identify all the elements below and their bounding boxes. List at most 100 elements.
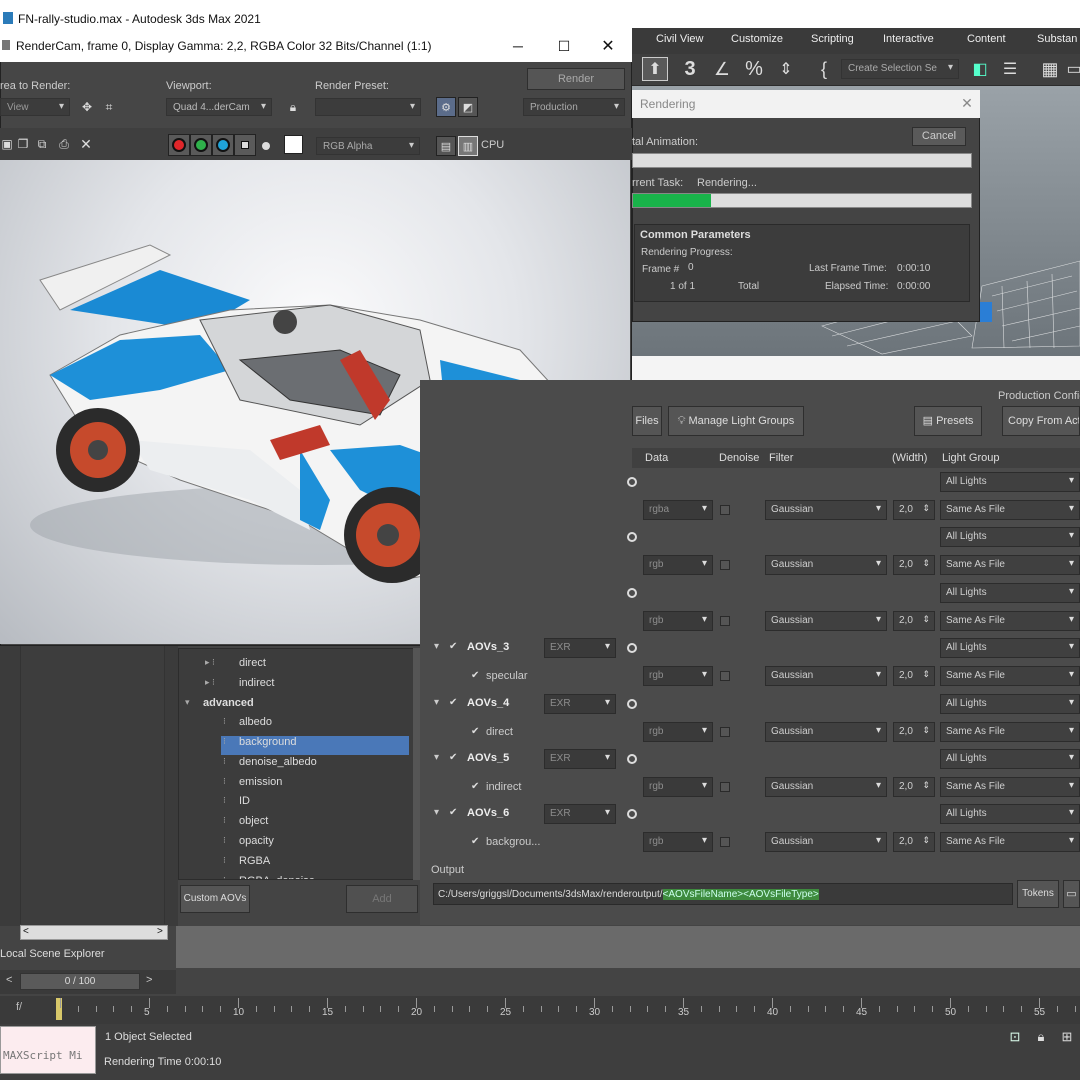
- display-toggle-icon[interactable]: ▤: [436, 136, 456, 156]
- mirror-icon[interactable]: ◧: [968, 56, 992, 82]
- minimize-icon[interactable]: ─: [508, 36, 528, 56]
- aov-format-dropdown[interactable]: EXR: [544, 638, 616, 658]
- aov-channel-checkbox[interactable]: ✔: [471, 782, 481, 792]
- production-dropdown[interactable]: Production: [523, 98, 625, 116]
- aov-options-icon[interactable]: [627, 532, 637, 542]
- cpu-toggle-icon[interactable]: ▥: [458, 136, 478, 156]
- files-button[interactable]: Files: [632, 406, 662, 436]
- light-group-all-dropdown[interactable]: All Lights: [940, 804, 1080, 824]
- aov-data-dropdown[interactable]: rgb: [643, 555, 713, 575]
- denoise-checkbox[interactable]: [720, 671, 730, 681]
- denoise-checkbox[interactable]: [720, 560, 730, 570]
- clear-icon[interactable]: ✕: [78, 136, 94, 152]
- light-group-dropdown[interactable]: Same As File: [940, 555, 1080, 575]
- tree-item[interactable]: ⁝ object: [179, 815, 409, 834]
- light-group-dropdown[interactable]: Same As File: [940, 611, 1080, 631]
- channel-display-dropdown[interactable]: RGB Alpha: [316, 137, 420, 155]
- aov-filter-dropdown[interactable]: Gaussian: [765, 500, 887, 520]
- light-group-all-dropdown[interactable]: All Lights: [940, 749, 1080, 769]
- tree-item[interactable]: ⁝ opacity: [179, 835, 409, 854]
- aov-format-dropdown[interactable]: EXR: [544, 804, 616, 824]
- aov-file-checkbox[interactable]: ✔: [449, 698, 459, 708]
- blue-channel-toggle[interactable]: [212, 134, 234, 156]
- expand-arrow-icon[interactable]: ▾: [434, 807, 439, 818]
- presets-button[interactable]: ▤ Presets: [914, 406, 982, 436]
- aov-width-spinner[interactable]: 2,0: [893, 777, 935, 797]
- close-icon[interactable]: ✕: [598, 36, 618, 56]
- expand-arrow-icon[interactable]: ▾: [434, 697, 439, 708]
- aov-width-spinner[interactable]: 2,0: [893, 611, 935, 631]
- denoise-checkbox[interactable]: [720, 505, 730, 515]
- aov-channel-checkbox[interactable]: ✔: [471, 727, 481, 737]
- spinner-snap-icon[interactable]: ⇕: [774, 56, 798, 82]
- aov-data-dropdown[interactable]: rgba: [643, 500, 713, 520]
- ribbon-icon[interactable]: ▭: [1066, 56, 1080, 82]
- red-channel-toggle[interactable]: [168, 134, 190, 156]
- aov-file-checkbox[interactable]: ✔: [449, 753, 459, 763]
- light-group-dropdown[interactable]: Same As File: [940, 777, 1080, 797]
- aov-width-spinner[interactable]: 2,0: [893, 666, 935, 686]
- background-color-swatch[interactable]: [284, 135, 303, 154]
- aov-width-spinner[interactable]: 2,0: [893, 722, 935, 742]
- aov-width-spinner[interactable]: 2,0: [893, 500, 935, 520]
- scroll-right-icon[interactable]: >: [157, 926, 163, 937]
- tokens-button[interactable]: Tokens: [1017, 880, 1059, 908]
- light-group-dropdown[interactable]: Same As File: [940, 722, 1080, 742]
- aov-filter-dropdown[interactable]: Gaussian: [765, 722, 887, 742]
- aov-filter-dropdown[interactable]: Gaussian: [765, 777, 887, 797]
- denoise-checkbox[interactable]: [720, 782, 730, 792]
- light-group-dropdown[interactable]: Same As File: [940, 832, 1080, 852]
- cancel-render-button[interactable]: Cancel: [912, 127, 966, 146]
- local-scene-explorer-label[interactable]: Local Scene Explorer: [0, 948, 105, 960]
- light-group-all-dropdown[interactable]: All Lights: [940, 638, 1080, 658]
- aov-channel-checkbox[interactable]: ✔: [471, 837, 481, 847]
- aov-file-checkbox[interactable]: ✔: [449, 808, 459, 818]
- time-marker[interactable]: [56, 998, 62, 1020]
- render-setup-icon[interactable]: ⚙: [436, 97, 456, 117]
- area-to-render-dropdown[interactable]: View: [0, 98, 70, 116]
- aov-filter-dropdown[interactable]: Gaussian: [765, 666, 887, 686]
- copy-image-icon[interactable]: ❐: [16, 136, 30, 152]
- maxscript-listener[interactable]: MAXScript Mi: [0, 1026, 96, 1074]
- aov-options-icon[interactable]: [627, 754, 637, 764]
- absolute-mode-icon[interactable]: ⊞: [1058, 1028, 1076, 1046]
- menu-civil-view[interactable]: Civil View: [656, 33, 703, 45]
- menu-interactive[interactable]: Interactive: [883, 33, 934, 45]
- aov-options-icon[interactable]: [627, 477, 637, 487]
- menu-customize[interactable]: Customize: [731, 33, 783, 45]
- render-button[interactable]: Render: [527, 68, 625, 90]
- expand-arrow-icon[interactable]: ▾: [434, 641, 439, 652]
- aov-format-dropdown[interactable]: EXR: [544, 694, 616, 714]
- light-group-all-dropdown[interactable]: All Lights: [940, 527, 1080, 547]
- aov-filter-dropdown[interactable]: Gaussian: [765, 611, 887, 631]
- tree-item[interactable]: ⁝ background: [221, 736, 409, 755]
- auto-region-icon[interactable]: ⌗: [100, 98, 118, 116]
- aov-width-spinner[interactable]: 2,0: [893, 555, 935, 575]
- aov-data-dropdown[interactable]: rgb: [643, 777, 713, 797]
- tree-item[interactable]: ⁝ ID: [179, 795, 409, 814]
- light-group-dropdown[interactable]: Same As File: [940, 500, 1080, 520]
- common-parameters-title[interactable]: Common Parameters: [640, 229, 751, 241]
- aov-filter-dropdown[interactable]: Gaussian: [765, 555, 887, 575]
- aov-channel-checkbox[interactable]: ✔: [471, 671, 481, 681]
- aov-data-dropdown[interactable]: rgb: [643, 722, 713, 742]
- selection-lock-icon[interactable]: 🔒︎: [1032, 1028, 1050, 1046]
- tree-scrollbar[interactable]: [413, 648, 420, 880]
- light-group-all-dropdown[interactable]: All Lights: [940, 472, 1080, 492]
- expand-arrow-icon[interactable]: ▾: [434, 752, 439, 763]
- browse-output-button[interactable]: ▭: [1063, 880, 1080, 908]
- tree-group-advanced[interactable]: ▾ advanced: [179, 697, 409, 716]
- light-group-all-dropdown[interactable]: All Lights: [940, 694, 1080, 714]
- aov-format-dropdown[interactable]: EXR: [544, 749, 616, 769]
- lock-icon[interactable]: 🔒︎: [284, 98, 302, 116]
- custom-aovs-button[interactable]: Custom AOVs: [180, 885, 250, 913]
- menu-content[interactable]: Content: [967, 33, 1006, 45]
- save-image-icon[interactable]: ▣: [0, 136, 14, 152]
- green-channel-toggle[interactable]: [190, 134, 212, 156]
- menu-scripting[interactable]: Scripting: [811, 33, 854, 45]
- viewport-dropdown[interactable]: Quad 4...derCam: [166, 98, 272, 116]
- denoise-checkbox[interactable]: [720, 727, 730, 737]
- monochrome-icon[interactable]: [262, 142, 270, 150]
- manage-light-groups-button[interactable]: 💡︎ Manage Light Groups: [668, 406, 804, 436]
- percent-snap-icon[interactable]: %: [742, 56, 766, 82]
